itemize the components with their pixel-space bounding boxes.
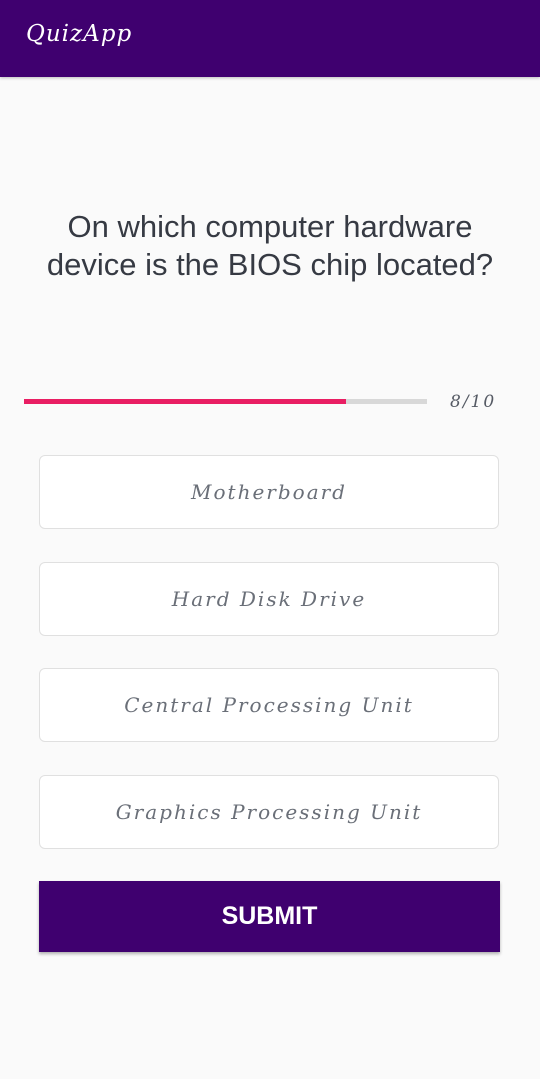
option-hard-disk-drive[interactable]: Hard Disk Drive <box>39 562 499 636</box>
progress-bar-fill <box>24 399 347 404</box>
option-label: Hard Disk Drive <box>171 587 367 611</box>
option-central-processing-unit[interactable]: Central Processing Unit <box>39 668 499 742</box>
progress-bar <box>24 399 427 404</box>
option-label: Central Processing Unit <box>124 693 414 717</box>
app-title: QuizApp <box>26 21 133 47</box>
submit-button[interactable]: SUBMIT <box>39 881 500 952</box>
app-bar: QuizApp <box>0 0 540 77</box>
option-label: Motherboard <box>191 480 347 504</box>
progress-counter: 8/10 <box>450 392 497 412</box>
option-graphics-processing-unit[interactable]: Graphics Processing Unit <box>39 775 499 849</box>
option-label: Graphics Processing Unit <box>115 800 423 824</box>
option-motherboard[interactable]: Motherboard <box>39 455 499 529</box>
question-text: On which computer hardware device is the… <box>46 209 494 282</box>
